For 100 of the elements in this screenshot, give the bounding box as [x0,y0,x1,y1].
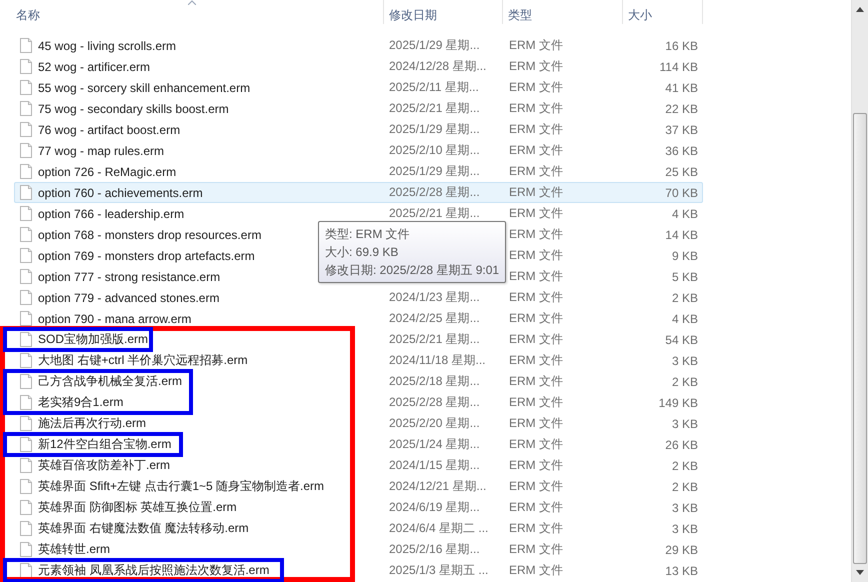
file-name: 英雄转世.erm [38,541,110,558]
file-name: option 779 - advanced stones.erm [38,290,220,304]
file-type: ERM 文件 [508,415,564,432]
file-icon [20,479,32,494]
modified-date: 2024/6/4 星期二 ... [388,520,490,537]
file-icon [20,416,32,431]
file-icon [20,521,32,536]
modified-date: 2025/1/29 星期... [388,121,481,138]
file-icon [20,269,32,284]
file-icon [20,563,32,578]
file-icon [20,185,32,200]
modified-date: 2025/2/28 星期... [388,394,481,411]
file-icon [20,542,32,557]
modified-date: 2025/1/24 星期... [388,436,481,453]
file-size: 9 KB [670,248,699,262]
file-type: ERM 文件 [508,541,564,558]
file-size: 13 KB [664,564,699,578]
file-icon [20,38,32,53]
file-size: 14 KB [664,228,699,242]
file-type: ERM 文件 [508,373,564,390]
file-name: 英雄界面 Sfift+左键 点击行囊1~5 随身宝物制造者.erm [38,478,324,495]
file-icon [20,122,32,137]
file-name: option 790 - mana arrow.erm [38,312,192,326]
file-icon [20,206,32,221]
file-name: 75 wog - secondary skills boost.erm [38,102,229,116]
file-icon [20,164,32,179]
file-size: 114 KB [658,60,699,74]
file-type: ERM 文件 [508,520,564,537]
file-size: 2 KB [670,290,699,304]
file-type: ERM 文件 [508,142,564,159]
column-header[interactable]: 大小 [623,0,703,24]
file-size: 3 KB [670,416,699,430]
file-icon [20,437,32,452]
file-size: 2 KB [670,374,699,388]
file-icon [20,458,32,473]
file-icon [20,374,32,389]
scroll-thumb[interactable] [853,113,867,564]
modified-date: 2024/6/19 星期... [388,499,481,516]
file-name: 大地图 右键+ctrl 半价巢穴远程招募.erm [38,352,248,369]
file-row[interactable]: option 760 - achievements.erm 2025/2/28 星期... ERM 文件 70 KB [14,182,703,203]
scroll-down-icon[interactable] [856,570,864,575]
file-size: 70 KB [664,186,699,200]
file-type: ERM 文件 [508,394,564,411]
column-header[interactable]: 名称 [0,0,384,24]
modified-date: 2025/2/16 星期... [388,541,481,558]
modified-date: 2024/11/18 星期... [388,352,487,369]
modified-date: 2025/1/29 星期... [388,163,481,180]
file-name: 新12件空白组合宝物.erm [38,436,172,453]
file-icon [20,290,32,305]
file-name: 英雄界面 右键魔法数值 魔法转移动.erm [38,520,249,537]
modified-date: 2025/1/3 星期五 ... [388,562,490,579]
modified-date: 2025/1/29 星期... [388,37,481,54]
file-size: 26 KB [664,438,699,452]
file-icon [20,143,32,158]
file-name: option 766 - leadership.erm [38,206,184,220]
file-type: ERM 文件 [508,205,564,222]
file-type: ERM 文件 [508,163,564,180]
file-name: option 768 - monsters drop resources.erm [38,228,262,242]
file-size: 22 KB [664,102,699,116]
file-type: ERM 文件 [508,352,564,369]
file-icon [20,227,32,242]
file-icon [20,353,32,368]
file-icon [20,59,32,74]
file-name: 52 wog - artificer.erm [38,60,150,74]
file-icon [20,332,32,347]
file-size: 25 KB [664,164,699,178]
file-size: 41 KB [664,80,699,94]
modified-date: 2024/2/25 星期... [388,310,481,327]
file-name: option 726 - ReMagic.erm [38,164,176,178]
file-name: option 769 - monsters drop artefacts.erm [38,248,255,262]
file-name: option 760 - achievements.erm [38,186,203,200]
column-header[interactable]: 类型 [503,0,623,24]
file-type: ERM 文件 [508,121,564,138]
file-type: ERM 文件 [508,58,564,75]
file-type: ERM 文件 [508,331,564,348]
scroll-up-icon[interactable] [856,7,864,12]
modified-date: 2024/1/15 星期... [388,457,481,474]
file-type: ERM 文件 [508,499,564,516]
file-type: ERM 文件 [508,457,564,474]
file-type: ERM 文件 [508,562,564,579]
file-size: 37 KB [664,122,699,136]
file-size: 29 KB [664,542,699,556]
file-name: 己方含战争机械全复活.erm [38,373,182,390]
modified-date: 2024/1/23 星期... [388,289,481,306]
file-size: 149 KB [658,396,699,410]
file-size: 36 KB [664,144,699,158]
scrollbar[interactable] [851,0,868,582]
sort-caret-icon [188,0,196,5]
file-size: 2 KB [670,480,699,494]
tooltip-line: 类型: ERM 文件 [325,226,411,243]
modified-date: 2025/2/11 星期... [388,79,480,96]
file-name: 施法后再次行动.erm [38,415,146,432]
file-size: 3 KB [670,522,699,536]
file-name: 76 wog - artifact boost.erm [38,122,180,136]
file-name: SOD宝物加强版.erm [38,331,148,348]
file-icon [20,311,32,326]
modified-date: 2025/2/21 星期... [388,331,481,348]
file-type: ERM 文件 [508,310,564,327]
column-header[interactable]: 修改日期 [384,0,503,24]
file-type: ERM 文件 [508,100,564,117]
